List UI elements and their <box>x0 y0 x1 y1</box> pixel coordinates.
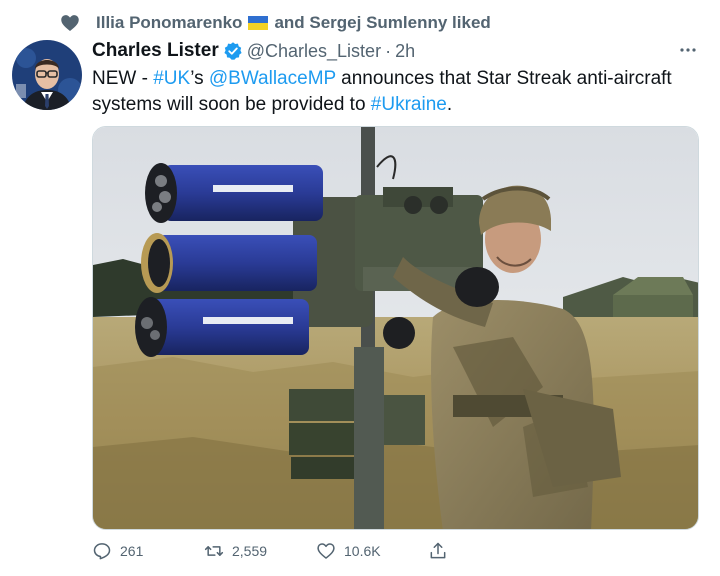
share-button[interactable] <box>428 541 448 561</box>
tweet-text: NEW - #UK’s @BWallaceMP announces that S… <box>92 66 702 118</box>
timestamp[interactable]: 2h <box>395 41 415 62</box>
photo-illustration <box>93 127 698 529</box>
retweet-icon <box>204 546 224 556</box>
hashtag-link[interactable]: #Ukraine <box>371 94 447 115</box>
tweet-text-segment: ’s <box>190 68 209 89</box>
hashtag-link[interactable]: #UK <box>153 68 190 89</box>
retweet-count: 2,559 <box>232 543 268 559</box>
separator-dot: · <box>385 40 392 61</box>
reply-button[interactable]: 261 <box>92 541 204 561</box>
social-user-link[interactable]: Illia Ponomarenko <box>96 13 242 33</box>
author-name[interactable]: Charles Lister <box>92 40 219 62</box>
mention-link[interactable]: @BWallaceMP <box>209 68 336 89</box>
like-button[interactable]: 10.6K <box>316 541 428 561</box>
more-options-icon[interactable] <box>676 38 700 62</box>
reply-count: 261 <box>120 543 144 559</box>
tweet-text-segment: . <box>446 94 453 115</box>
avatar[interactable] <box>12 40 82 110</box>
reply-icon <box>93 543 111 560</box>
tweet[interactable]: Illia Ponomarenko and Sergej Sumlenny li… <box>0 0 720 576</box>
ukraine-flag-icon <box>248 16 269 30</box>
share-icon <box>430 542 446 559</box>
like-count: 10.6K <box>344 543 381 559</box>
tweet-text-segment: NEW - <box>92 68 154 89</box>
social-context-text: and Sergej Sumlenny liked <box>274 13 491 32</box>
like-heart-icon <box>317 543 335 559</box>
tweet-header: Charles Lister @Charles_Lister · 2h <box>92 39 415 63</box>
author-handle[interactable]: @Charles_Lister <box>247 41 381 62</box>
social-context: Illia Ponomarenko and Sergej Sumlenny li… <box>60 12 491 34</box>
tweet-actions: 261 2,559 10.6K <box>92 539 448 563</box>
heart-icon <box>61 15 79 31</box>
retweet-button[interactable]: 2,559 <box>204 541 316 561</box>
verified-badge-icon <box>224 42 242 60</box>
tweet-photo[interactable] <box>92 126 699 530</box>
